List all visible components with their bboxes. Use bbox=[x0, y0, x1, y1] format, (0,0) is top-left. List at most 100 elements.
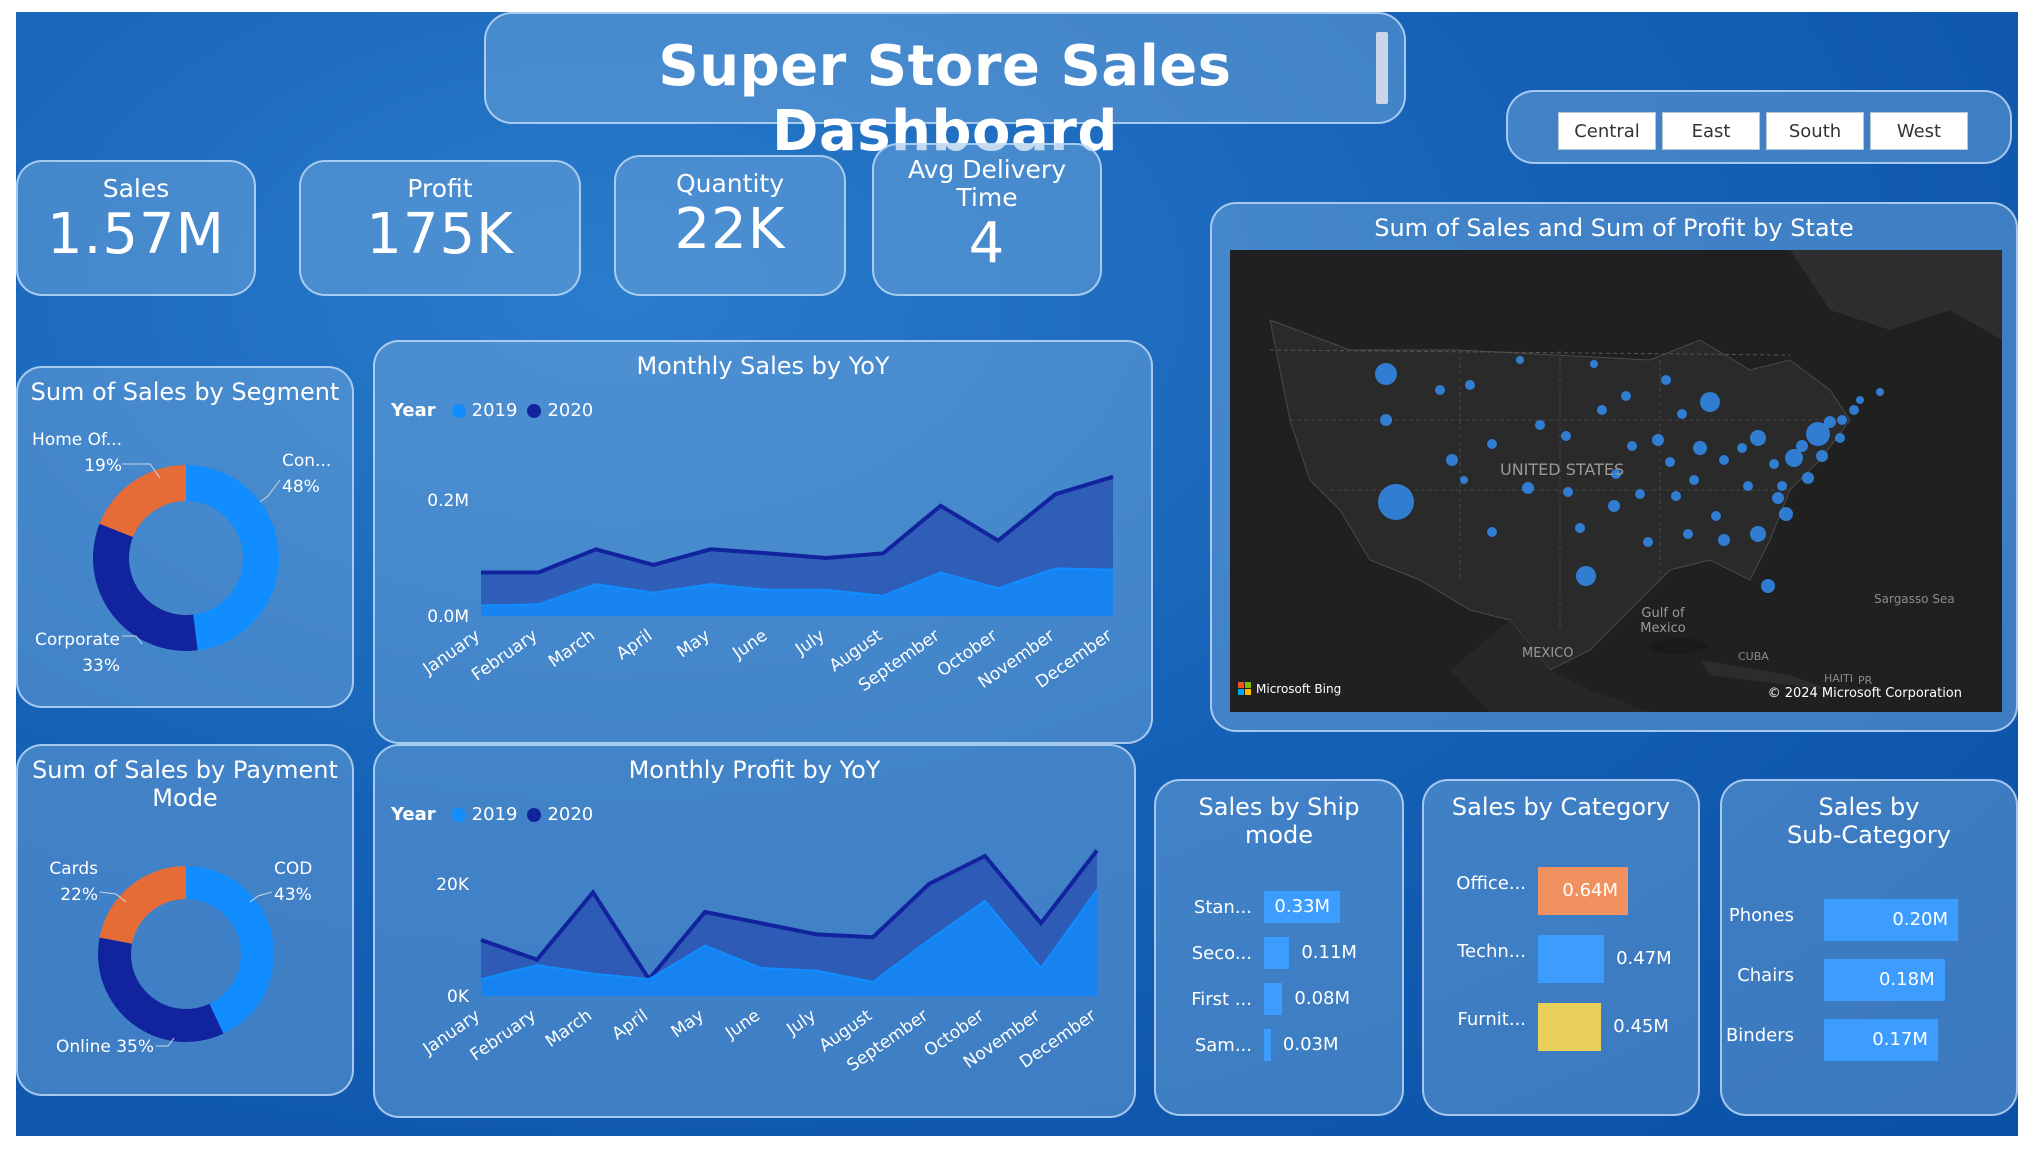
state-sales-bubble[interactable] bbox=[1643, 537, 1653, 547]
slicer-south-button[interactable]: South bbox=[1766, 112, 1864, 150]
state-sales-bubble[interactable] bbox=[1671, 491, 1681, 501]
state-sales-bubble[interactable] bbox=[1718, 534, 1730, 546]
state-sales-bubble[interactable] bbox=[1835, 433, 1845, 443]
slicer-central-button[interactable]: Central bbox=[1558, 112, 1656, 150]
state-sales-bubble[interactable] bbox=[1652, 434, 1664, 446]
segment-donut-chart: Con... 48% Home Of... 19% Corporate 33% bbox=[32, 430, 331, 676]
bar-category-label: Office... bbox=[1456, 873, 1526, 894]
state-sales-bubble[interactable] bbox=[1446, 454, 1458, 466]
donut-slice-online[interactable] bbox=[98, 937, 224, 1042]
state-sales-bubble[interactable] bbox=[1635, 489, 1645, 499]
state-sales-bubble[interactable] bbox=[1750, 430, 1766, 446]
donut-label: Home Of... bbox=[32, 430, 122, 450]
state-sales-bubble[interactable] bbox=[1378, 484, 1414, 520]
state-sales-bubble[interactable] bbox=[1575, 523, 1585, 533]
bar-category-label: Sam... bbox=[1194, 1035, 1252, 1056]
state-sales-bubble[interactable] bbox=[1621, 391, 1631, 401]
state-sales-bubble[interactable] bbox=[1487, 439, 1497, 449]
state-sales-bubble[interactable] bbox=[1779, 507, 1793, 521]
map-haiti-label: HAITI bbox=[1824, 672, 1854, 685]
kpi-quantity-card: Quantity 22K bbox=[614, 155, 846, 296]
state-sales-bubble[interactable] bbox=[1435, 385, 1445, 395]
state-sales-bubble[interactable] bbox=[1563, 487, 1573, 497]
state-sales-bubble[interactable] bbox=[1535, 420, 1545, 430]
state-sales-bubble[interactable] bbox=[1769, 459, 1779, 469]
bar-value-label: 0.45M bbox=[1613, 1016, 1669, 1037]
state-sales-bubble[interactable] bbox=[1561, 431, 1571, 441]
category-card: Sales by Category Office... 0.64M Techn...… bbox=[1422, 779, 1700, 1116]
state-sales-bubble[interactable] bbox=[1683, 529, 1693, 539]
slicer-east-button[interactable]: East bbox=[1662, 112, 1760, 150]
map-gulf-label: Gulf of Mexico bbox=[1640, 606, 1686, 636]
state-sales-bubble[interactable] bbox=[1777, 481, 1787, 491]
state-sales-bubble[interactable] bbox=[1590, 360, 1598, 368]
kpi-sales-label: Sales bbox=[102, 174, 170, 203]
state-sales-bubble[interactable] bbox=[1719, 455, 1729, 465]
bar[interactable] bbox=[1264, 983, 1283, 1015]
bar[interactable] bbox=[1538, 1003, 1602, 1051]
state-sales-bubble[interactable] bbox=[1576, 566, 1596, 586]
monthly-profit-card: Monthly Profit by YoY Year 2019 2020 20K… bbox=[373, 744, 1136, 1118]
state-sales-bubble[interactable] bbox=[1375, 363, 1397, 385]
map-provider: Microsoft Bing bbox=[1238, 682, 1341, 696]
state-sales-bubble[interactable] bbox=[1700, 392, 1720, 412]
state-sales-bubble[interactable] bbox=[1661, 375, 1671, 385]
state-sales-bubble[interactable] bbox=[1465, 380, 1475, 390]
state-sales-bubble[interactable] bbox=[1460, 476, 1468, 484]
bar[interactable] bbox=[1264, 937, 1290, 969]
state-sales-bubble[interactable] bbox=[1750, 526, 1766, 542]
state-sales-bubble[interactable] bbox=[1608, 500, 1620, 512]
state-sales-bubble[interactable] bbox=[1849, 405, 1859, 415]
state-sales-bubble[interactable] bbox=[1597, 405, 1607, 415]
state-sales-bubble[interactable] bbox=[1665, 457, 1675, 467]
x-tick-label: May bbox=[673, 626, 713, 663]
map-attribution: © 2024 Microsoft Corporation bbox=[1767, 686, 1962, 701]
donut-slice-consumer[interactable] bbox=[186, 465, 280, 651]
ship-mode-title-line1: Sales by Ship bbox=[1198, 793, 1360, 821]
map-cuba-label: CUBA bbox=[1738, 650, 1769, 663]
kpi-quantity-value: 22K bbox=[674, 197, 786, 262]
bar[interactable] bbox=[1538, 935, 1605, 983]
kpi-profit-value: 175K bbox=[366, 202, 514, 267]
state-sales-bubble[interactable] bbox=[1876, 388, 1884, 396]
donut-label: 48% bbox=[282, 477, 320, 497]
region-slicer: Central East South West bbox=[1506, 90, 2012, 164]
bar-category-label: Seco... bbox=[1191, 943, 1252, 964]
monthly-sales-chart: 0.2M0.0MJanuaryFebruary March April May June… bbox=[419, 474, 1116, 696]
state-sales-bubble[interactable] bbox=[1487, 527, 1497, 537]
ship-mode-card: Sales by Ship mode Stan... 0.33M Seco... 0.… bbox=[1154, 779, 1404, 1116]
state-sales-bubble[interactable] bbox=[1761, 579, 1775, 593]
state-sales-bubble[interactable] bbox=[1689, 475, 1699, 485]
donut-label: Corporate bbox=[35, 630, 120, 650]
state-map[interactable]: UNITED STATES Gulf of Mexico MEXICO Sarg… bbox=[1230, 250, 2002, 712]
y-tick-label: 0.0M bbox=[427, 607, 469, 627]
map-provider-label: Microsoft Bing bbox=[1256, 682, 1342, 696]
category-title: Sales by Category bbox=[1451, 793, 1671, 821]
state-sales-bubble[interactable] bbox=[1772, 492, 1784, 504]
bar[interactable] bbox=[1264, 1029, 1271, 1061]
x-tick-label: July bbox=[783, 1006, 820, 1040]
y-tick-label: 0K bbox=[447, 987, 470, 1007]
state-sales-bubble[interactable] bbox=[1380, 414, 1392, 426]
x-tick-label: May bbox=[668, 1006, 708, 1043]
state-sales-bubble[interactable] bbox=[1856, 396, 1864, 404]
state-sales-bubble[interactable] bbox=[1837, 415, 1847, 425]
donut-label: COD bbox=[274, 859, 312, 879]
state-sales-bubble[interactable] bbox=[1796, 440, 1808, 452]
state-sales-bubble[interactable] bbox=[1802, 472, 1814, 484]
x-tick-label: March bbox=[545, 626, 599, 672]
map-country-label: UNITED STATES bbox=[1500, 460, 1625, 479]
slicer-west-button[interactable]: West bbox=[1870, 112, 1968, 150]
state-sales-bubble[interactable] bbox=[1693, 441, 1707, 455]
state-sales-bubble[interactable] bbox=[1743, 481, 1753, 491]
donut-slice-cards[interactable] bbox=[99, 866, 186, 944]
state-sales-bubble[interactable] bbox=[1737, 443, 1747, 453]
state-sales-bubble[interactable] bbox=[1522, 482, 1534, 494]
state-sales-bubble[interactable] bbox=[1711, 511, 1721, 521]
x-tick-label: June bbox=[721, 1006, 764, 1044]
state-sales-bubble[interactable] bbox=[1627, 441, 1637, 451]
state-sales-bubble[interactable] bbox=[1677, 409, 1687, 419]
state-sales-bubble[interactable] bbox=[1816, 450, 1828, 462]
state-sales-bubble[interactable] bbox=[1824, 416, 1836, 428]
state-sales-bubble[interactable] bbox=[1516, 356, 1524, 364]
